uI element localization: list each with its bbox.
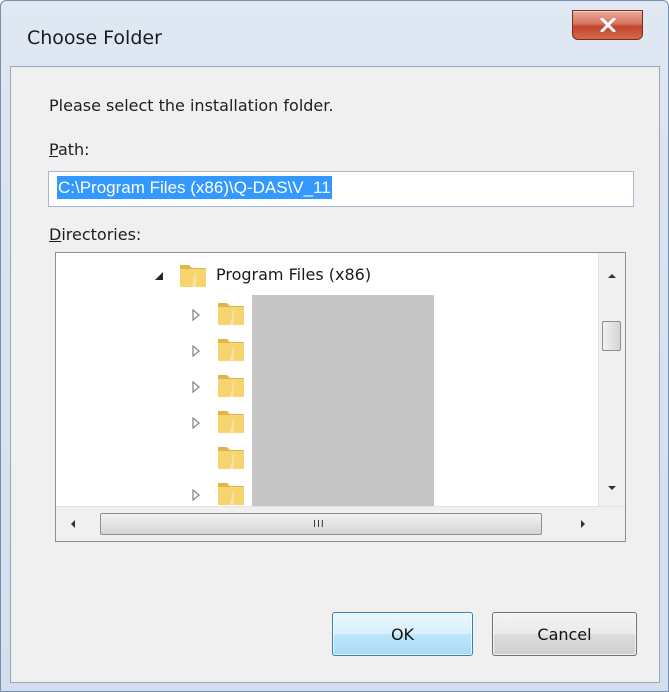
tree-item-label: Program Files (x86) (216, 265, 372, 284)
path-input[interactable]: C:\Program Files (x86)\Q-DAS\V_11 (48, 171, 634, 207)
redacted-folder-names (252, 295, 434, 507)
close-button[interactable] (572, 10, 643, 40)
dialog-body: Please select the installation folder. P… (10, 66, 660, 683)
collapsed-arrow-icon[interactable] (191, 381, 201, 393)
choose-folder-window: Choose Folder Please select the installa… (0, 0, 669, 692)
directories-label-text: irectories: (61, 225, 142, 244)
directories-access-key: D (49, 225, 62, 244)
folder-icon (180, 265, 206, 287)
collapsed-arrow-icon[interactable] (191, 417, 201, 429)
scroll-left-arrow-icon[interactable] (70, 519, 76, 529)
tree-item-child[interactable] (56, 403, 256, 439)
scroll-grip-icon: III (313, 519, 325, 530)
vertical-scroll-thumb[interactable] (602, 321, 621, 351)
tree-item-child[interactable] (56, 367, 256, 403)
path-access-key: P (49, 140, 58, 159)
tree-item-program-files-x86[interactable]: Program Files (x86) (56, 257, 596, 293)
directory-tree[interactable]: Program Files (x86) III (55, 252, 626, 542)
directories-label: Directories: (49, 225, 141, 244)
collapsed-arrow-icon[interactable] (191, 345, 201, 357)
folder-icon (218, 303, 244, 325)
window-title: Choose Folder (27, 27, 162, 49)
path-value-selected: C:\Program Files (x86)\Q-DAS\V_11 (57, 176, 332, 199)
collapsed-arrow-icon[interactable] (191, 309, 201, 321)
folder-icon (218, 483, 244, 505)
expanded-arrow-icon[interactable] (154, 271, 164, 281)
horizontal-scroll-thumb[interactable]: III (100, 513, 542, 535)
path-label-text: ath: (57, 140, 90, 159)
close-icon (600, 18, 615, 32)
scroll-right-arrow-icon[interactable] (580, 519, 586, 529)
cancel-button[interactable]: Cancel (492, 612, 637, 656)
scroll-down-arrow-icon[interactable] (607, 485, 617, 491)
instruction-text: Please select the installation folder. (49, 96, 334, 115)
ok-button[interactable]: OK (332, 612, 473, 656)
scrollbar-corner (599, 507, 625, 541)
collapsed-arrow-icon[interactable] (191, 489, 201, 501)
tree-item-child[interactable] (56, 331, 256, 367)
vertical-scrollbar[interactable] (598, 253, 625, 507)
title-bar[interactable]: Choose Folder (1, 1, 668, 65)
horizontal-scrollbar[interactable]: III (56, 506, 625, 541)
tree-item-child[interactable] (56, 295, 256, 331)
folder-icon (218, 447, 244, 469)
path-label: Path: (49, 140, 90, 159)
scroll-up-arrow-icon[interactable] (607, 273, 617, 279)
folder-icon (218, 411, 244, 433)
folder-icon (218, 375, 244, 397)
tree-item-child[interactable] (56, 439, 256, 475)
folder-icon (218, 339, 244, 361)
